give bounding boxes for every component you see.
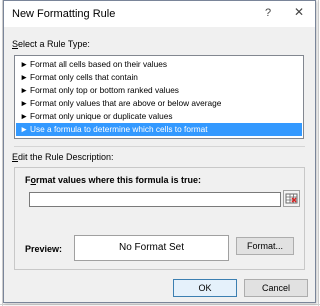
rule-item-top-bottom[interactable]: ► Format only top or bottom ranked values (16, 84, 302, 97)
rule-item-all-cells[interactable]: ► Format all cells based on their values (16, 58, 302, 71)
arrow-icon: ► (20, 98, 29, 108)
arrow-icon: ► (20, 59, 29, 69)
rule-item-unique-duplicate[interactable]: ► Format only unique or duplicate values (16, 110, 302, 123)
dialog-title: New Formatting Rule (12, 8, 116, 20)
arrow-icon: ► (20, 124, 29, 134)
arrow-icon: ► (20, 72, 29, 82)
select-rule-type-label: Select a Rule Type: (12, 39, 90, 49)
rule-type-list[interactable]: ► Format all cells based on their values … (14, 55, 304, 139)
arrow-icon: ► (20, 111, 29, 121)
ok-button[interactable]: OK (173, 279, 237, 297)
arrow-icon: ► (20, 85, 29, 95)
range-selector-icon (285, 193, 298, 204)
edit-rule-description-label: Edit the Rule Description: (12, 152, 114, 162)
rule-item-above-below-average[interactable]: ► Format only values that are above or be… (16, 97, 302, 110)
formula-input[interactable] (29, 192, 281, 207)
cancel-button[interactable]: Cancel (244, 279, 308, 297)
formula-label: Format values where this formula is true… (25, 175, 202, 185)
rule-item-use-formula[interactable]: ► Use a formula to determine which cells … (16, 123, 302, 136)
preview-label: Preview: (25, 244, 63, 254)
help-icon[interactable]: ? (262, 7, 274, 19)
format-button[interactable]: Format... (236, 237, 294, 255)
close-icon[interactable]: ✕ (288, 3, 310, 21)
range-picker-button[interactable] (283, 190, 300, 207)
rule-item-cells-that-contain[interactable]: ► Format only cells that contain (16, 71, 302, 84)
divider (14, 146, 305, 147)
new-formatting-rule-dialog: New Formatting Rule ? ✕ Select a Rule Ty… (3, 0, 316, 303)
title-bar: New Formatting Rule ? ✕ (4, 1, 315, 27)
preview-box: No Format Set (74, 235, 229, 261)
